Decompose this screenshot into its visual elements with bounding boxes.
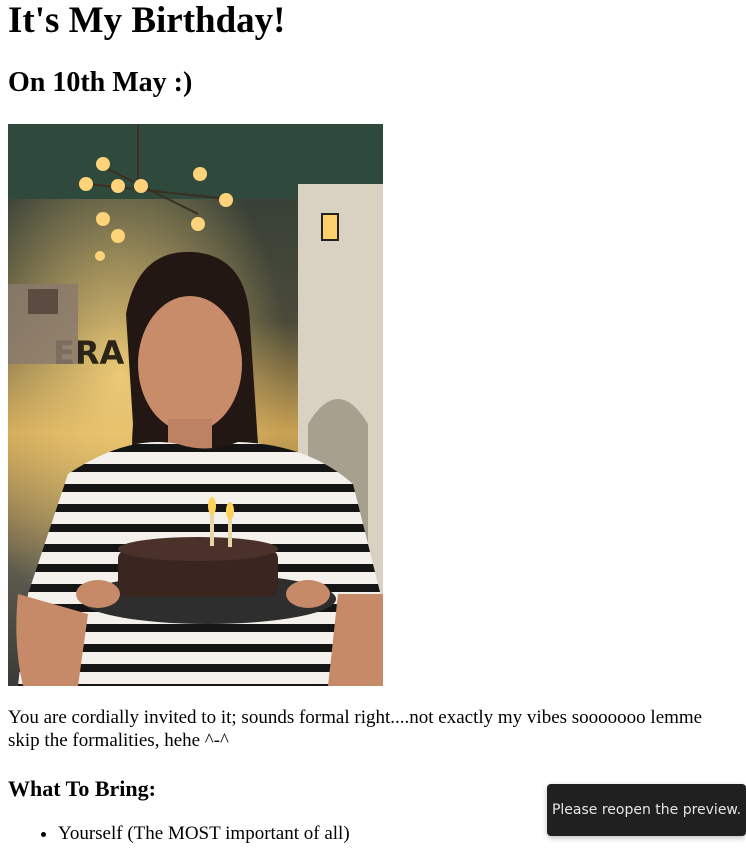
page-content: It's My Birthday! On 10th May :) ERA You…	[8, 0, 708, 845]
preview-toast: Please reopen the preview.	[547, 784, 746, 836]
toast-message: Please reopen the preview.	[551, 802, 742, 818]
birthday-photo: ERA	[8, 124, 383, 686]
page-title: It's My Birthday!	[8, 0, 286, 41]
page-subtitle: On 10th May :)	[8, 67, 193, 98]
invitation-text: You are cordially invited to it; sounds …	[8, 707, 703, 751]
